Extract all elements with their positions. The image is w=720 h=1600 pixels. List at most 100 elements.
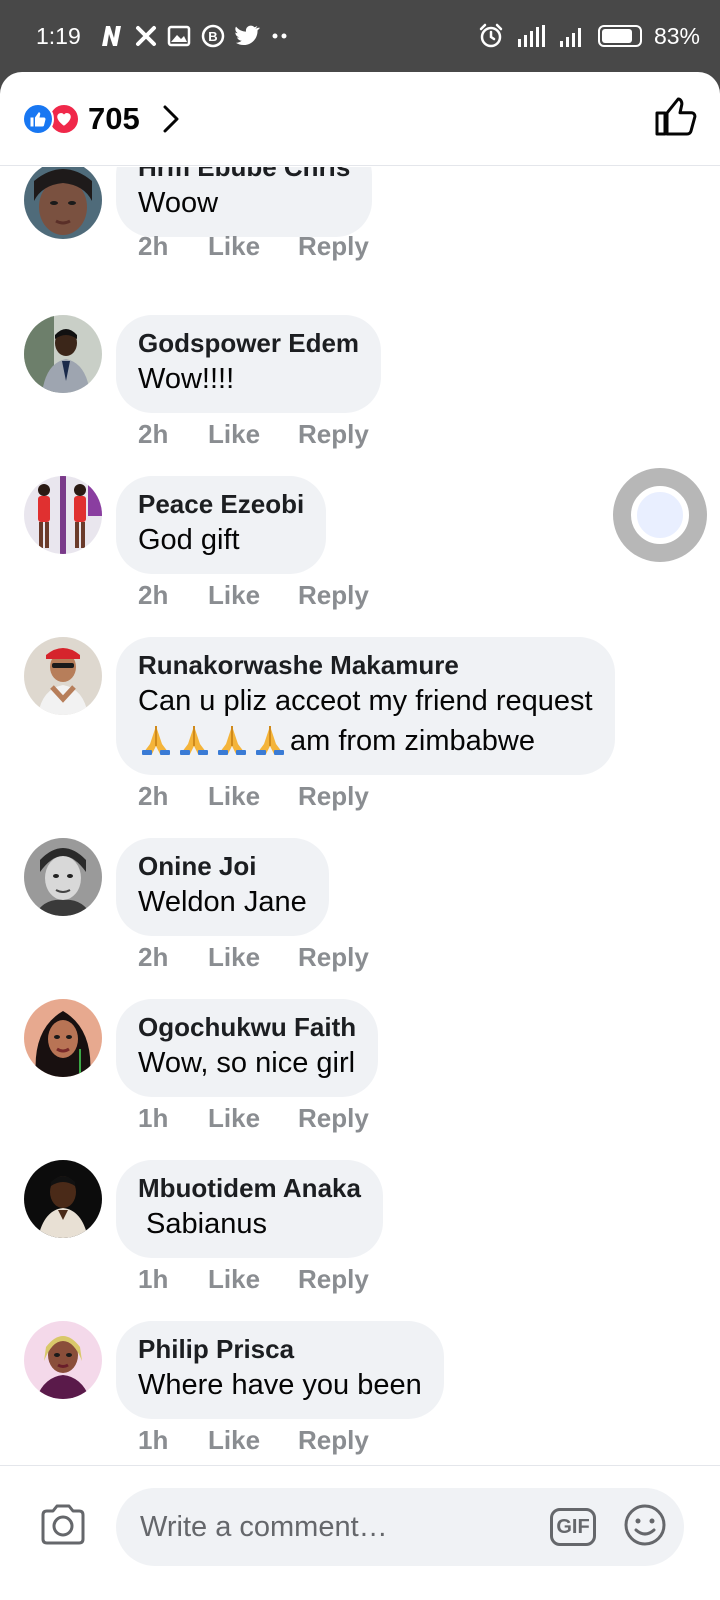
comment-bubble[interactable]: Onine Joi Weldon Jane: [116, 838, 329, 936]
comment-text-continued: am from zimbabwe: [290, 725, 535, 757]
comment-like-button[interactable]: Like: [208, 942, 298, 973]
folded-hands-icon: [138, 722, 174, 756]
comment-author[interactable]: Godspower Edem: [138, 327, 359, 359]
comments-list: Hrm Ebube Chris Woow 2h Like Reply Godsp…: [0, 167, 720, 1567]
camera-button[interactable]: [38, 1503, 88, 1552]
x-icon: [135, 25, 157, 47]
comment-bubble[interactable]: Godspower Edem Wow!!!!: [116, 315, 382, 413]
avatar[interactable]: [24, 315, 102, 393]
comment-input[interactable]: [140, 1510, 550, 1544]
comment-reply-button[interactable]: Reply: [298, 781, 369, 812]
comment-text: Weldon Jane: [138, 886, 307, 918]
signal-bars-icon: [558, 23, 586, 49]
floating-assistive-button[interactable]: [613, 468, 707, 562]
comment-bubble[interactable]: Hrm Ebube Chris Woow: [116, 167, 373, 237]
comment-actions: 1h Like Reply: [138, 1425, 369, 1456]
comment-reply-button[interactable]: Reply: [298, 1264, 369, 1295]
comment-bubble[interactable]: Mbuotidem Anaka Sabianus: [116, 1160, 383, 1258]
comment-bubble[interactable]: Peace Ezeobi God gift: [116, 476, 327, 574]
comment-reply-button[interactable]: Reply: [298, 1103, 369, 1134]
comment-author[interactable]: Onine Joi: [138, 850, 307, 882]
comment-actions: 2h Like Reply: [138, 942, 369, 973]
svg-text:B: B: [208, 29, 217, 44]
comment-time: 2h: [138, 419, 169, 449]
comment-text: Wow, so nice girl: [138, 1047, 356, 1079]
comments-sheet: 705 Hrm Ebube Chris Woow 2h Like Reply G…: [0, 72, 720, 1600]
comment-author[interactable]: Peace Ezeobi: [138, 488, 304, 520]
comment-text: Wow!!!!: [138, 363, 235, 395]
comment-author[interactable]: Hrm Ebube Chris: [138, 167, 350, 183]
comment-bubble[interactable]: Ogochukwu Faith Wow, so nice girl: [116, 999, 379, 1097]
folded-hands-icon: [252, 722, 288, 756]
comment-time: 1h: [138, 1425, 169, 1455]
alarm-icon: [478, 23, 504, 49]
avatar[interactable]: [24, 167, 102, 239]
floating-assistive-inner: [631, 486, 689, 544]
avatar[interactable]: [24, 1321, 102, 1399]
status-time: 1:19: [36, 22, 81, 49]
comment-reply-button[interactable]: Reply: [298, 419, 369, 450]
comment-text-line2: am from zimbabwe: [138, 721, 593, 761]
comment-time: 2h: [138, 580, 169, 610]
comment-text: Where have you been: [138, 1369, 422, 1401]
comment-input-box[interactable]: GIF: [116, 1488, 684, 1566]
status-bar: 1:19 B 83%: [0, 0, 720, 72]
thumbs-up-icon: [654, 95, 698, 142]
header-like-button[interactable]: [654, 95, 698, 142]
comment-author[interactable]: Runakorwashe Makamure: [138, 649, 593, 681]
battery-icon: [597, 25, 642, 47]
more-dots-icon: [271, 31, 289, 41]
comment-reply-button[interactable]: Reply: [298, 1425, 369, 1456]
status-right: 83%: [478, 23, 700, 50]
comment-time: 2h: [138, 231, 169, 261]
comment-like-button[interactable]: Like: [208, 231, 298, 262]
battery-percent: 83%: [653, 22, 700, 49]
comment-reply-button[interactable]: Reply: [298, 942, 369, 973]
comment-author[interactable]: Ogochukwu Faith: [138, 1011, 356, 1043]
avatar[interactable]: [24, 476, 102, 554]
comment-actions: 2h Like Reply: [138, 580, 369, 611]
battery-fill: [601, 29, 632, 43]
comment-reply-button[interactable]: Reply: [298, 231, 369, 262]
twitter-icon: [235, 25, 261, 47]
comment-bubble[interactable]: Philip Prisca Where have you been: [116, 1321, 444, 1419]
comment-time: 1h: [138, 1264, 169, 1294]
comment-like-button[interactable]: Like: [208, 1425, 298, 1456]
comment-actions: 2h Like Reply: [138, 231, 369, 262]
avatar[interactable]: [24, 637, 102, 715]
status-left: 1:19 B: [36, 23, 289, 50]
avatar[interactable]: [24, 999, 102, 1077]
avatar[interactable]: [24, 838, 102, 916]
comment-time: 2h: [138, 781, 169, 811]
smiley-icon: [622, 1502, 668, 1553]
comment-like-button[interactable]: Like: [208, 781, 298, 812]
reaction-count: 705: [88, 100, 140, 136]
comment-reply-button[interactable]: Reply: [298, 580, 369, 611]
bold-b-icon: B: [201, 24, 225, 48]
comment-author[interactable]: Mbuotidem Anaka: [138, 1172, 361, 1204]
comment-time: 1h: [138, 1103, 169, 1133]
comment-time: 2h: [138, 942, 169, 972]
comment-like-button[interactable]: Like: [208, 1264, 298, 1295]
comment-text: Woow: [138, 187, 219, 219]
reactions-summary[interactable]: 705: [22, 101, 182, 137]
comment-bubble[interactable]: Runakorwashe Makamure Can u pliz acceot …: [116, 637, 615, 775]
netflix-n-icon: [99, 24, 125, 48]
comment-actions: 1h Like Reply: [138, 1264, 369, 1295]
comment-author[interactable]: Philip Prisca: [138, 1333, 422, 1365]
comment-text: Sabianus: [138, 1208, 267, 1240]
comment-like-button[interactable]: Like: [208, 419, 298, 450]
avatar[interactable]: [24, 1160, 102, 1238]
comment-text: God gift: [138, 524, 240, 556]
comment-actions: 1h Like Reply: [138, 1103, 369, 1134]
comment-like-button[interactable]: Like: [208, 1103, 298, 1134]
comment-like-button[interactable]: Like: [208, 580, 298, 611]
sheet-header: 705: [0, 72, 720, 166]
comment-text: Can u pliz acceot my friend request: [138, 685, 593, 717]
emoji-button[interactable]: [622, 1502, 668, 1553]
like-reaction-icon: [22, 102, 54, 135]
signal-4g-icon: [516, 23, 546, 49]
gif-button[interactable]: GIF: [550, 1508, 596, 1546]
gallery-icon: [167, 25, 191, 47]
comment-composer: GIF: [0, 1465, 720, 1600]
